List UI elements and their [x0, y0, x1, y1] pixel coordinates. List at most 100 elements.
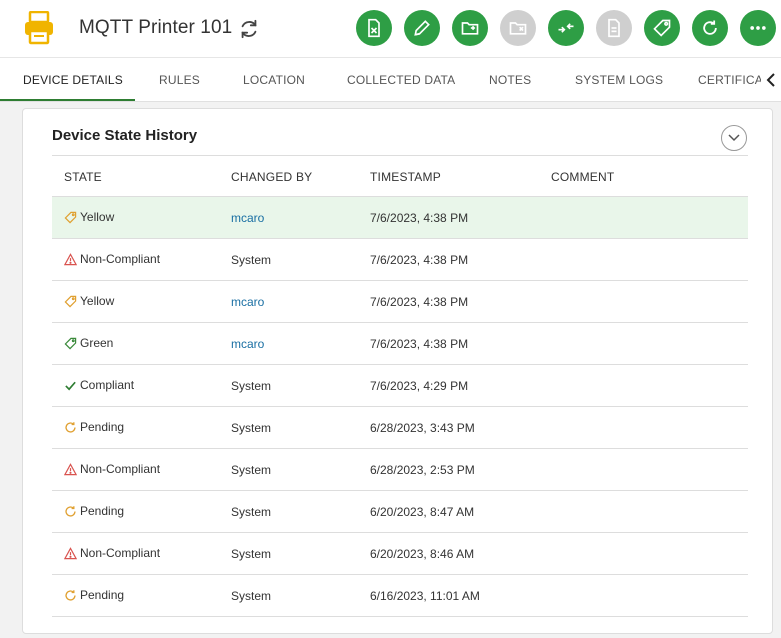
- timestamp-cell: 6/28/2023, 2:53 PM: [370, 463, 475, 477]
- state-label: Non-Compliant: [80, 252, 161, 266]
- folder-x-icon: [509, 22, 527, 35]
- chevron-down-icon: [728, 134, 740, 142]
- changed-by-cell: System: [231, 547, 272, 561]
- state-label: Pending: [80, 588, 125, 602]
- tag-icon: [64, 211, 77, 224]
- tag-icon: [653, 19, 671, 37]
- remove-folder-action-button[interactable]: [500, 10, 536, 46]
- tab-bar: DEVICE DETAILS RULES LOCATION COLLECTED …: [0, 57, 781, 102]
- changed-by-cell: System: [231, 589, 272, 603]
- state-label: Yellow: [80, 294, 115, 308]
- document-action-button[interactable]: [596, 10, 632, 46]
- printer-device-icon: [25, 11, 53, 45]
- table-row[interactable]: Non-Compliant System 7/6/2023, 4:38 PM: [52, 239, 748, 281]
- refresh-icon[interactable]: [238, 18, 260, 40]
- tab-rules[interactable]: RULES: [159, 73, 200, 87]
- device-title: MQTT Printer 101: [79, 17, 233, 38]
- tab-system-logs[interactable]: SYSTEM LOGS: [575, 73, 663, 87]
- timestamp-cell: 6/16/2023, 11:01 AM: [370, 589, 480, 603]
- warning-icon: [64, 546, 77, 560]
- state-cell: Pending: [64, 588, 124, 602]
- table-row[interactable]: Non-Compliant System 6/28/2023, 2:53 PM: [52, 449, 748, 491]
- table-row[interactable]: Pending System 6/28/2023, 3:43 PM: [52, 407, 748, 449]
- card-title: Device State History: [52, 127, 198, 144]
- column-header-state[interactable]: STATE: [64, 170, 102, 184]
- tab-device-details[interactable]: DEVICE DETAILS: [23, 73, 123, 87]
- table-row[interactable]: Non-Compliant System 6/20/2023, 8:46 AM: [52, 533, 748, 575]
- state-cell: Compliant: [64, 378, 134, 392]
- state-label: Non-Compliant: [80, 462, 161, 476]
- edit-action-button[interactable]: [404, 10, 440, 46]
- table-row[interactable]: Green mcaro 7/6/2023, 4:38 PM: [52, 323, 748, 365]
- pending-icon: [64, 589, 77, 602]
- changed-by-cell[interactable]: mcaro: [231, 337, 264, 351]
- move-action-button[interactable]: [452, 10, 488, 46]
- device-state-history-card: Device State History STATE CHANGED BY TI…: [22, 108, 773, 634]
- folder-arrow-icon: [461, 22, 479, 35]
- state-label: Yellow: [80, 210, 115, 224]
- timestamp-cell: 6/28/2023, 3:43 PM: [370, 421, 475, 435]
- pending-icon: [64, 421, 77, 434]
- active-tab-indicator: [0, 99, 135, 101]
- tag-icon: [64, 295, 77, 308]
- tag-action-button[interactable]: [644, 10, 680, 46]
- changed-by-cell[interactable]: mcaro: [231, 211, 264, 225]
- state-cell: Green: [64, 336, 113, 350]
- table-header: STATE CHANGED BY TIMESTAMP COMMENT: [52, 155, 748, 197]
- state-cell: Pending: [64, 504, 124, 518]
- column-header-timestamp[interactable]: TIMESTAMP: [370, 170, 441, 184]
- state-cell: Pending: [64, 420, 124, 434]
- changed-by-cell: System: [231, 253, 272, 267]
- timestamp-cell: 7/6/2023, 4:38 PM: [370, 337, 469, 351]
- state-label: Pending: [80, 420, 125, 434]
- timestamp-cell: 7/6/2023, 4:38 PM: [370, 211, 469, 225]
- changed-by-cell: System: [231, 463, 272, 477]
- changed-by-cell[interactable]: mcaro: [231, 295, 264, 309]
- unassign-action-button[interactable]: [356, 10, 392, 46]
- changed-by-cell: System: [231, 379, 272, 393]
- table-row[interactable]: Pending System 6/20/2023, 8:47 AM: [52, 491, 748, 533]
- transfer-action-button[interactable]: [548, 10, 584, 46]
- tab-collected-data[interactable]: COLLECTED DATA: [347, 73, 455, 87]
- column-header-changed-by[interactable]: CHANGED BY: [231, 170, 312, 184]
- check-icon: [64, 379, 77, 392]
- collapse-button[interactable]: [721, 125, 747, 151]
- column-header-comment[interactable]: COMMENT: [551, 170, 614, 184]
- swap-arrows-icon: [558, 23, 574, 33]
- tab-location[interactable]: LOCATION: [243, 73, 305, 87]
- table-row[interactable]: Yellow mcaro 7/6/2023, 4:38 PM: [52, 197, 748, 239]
- state-label: Green: [80, 336, 114, 350]
- file-x-icon: [368, 18, 380, 38]
- warning-icon: [64, 252, 77, 266]
- tab-scroll-left-button[interactable]: [761, 58, 781, 101]
- state-cell: Yellow: [64, 294, 114, 308]
- state-label: Pending: [80, 504, 125, 518]
- table-body: Yellow mcaro 7/6/2023, 4:38 PM Non-Compl…: [52, 197, 748, 617]
- state-label: Non-Compliant: [80, 546, 161, 560]
- changed-by-cell: System: [231, 505, 272, 519]
- tag-icon: [64, 337, 77, 350]
- state-label: Compliant: [80, 378, 135, 392]
- tab-certificates[interactable]: CERTIFICAT: [698, 73, 770, 87]
- state-cell: Non-Compliant: [64, 252, 160, 266]
- ellipsis-icon: [750, 26, 766, 30]
- reload-icon: [703, 20, 717, 35]
- state-history-table: STATE CHANGED BY TIMESTAMP COMMENT Yello…: [52, 155, 748, 617]
- timestamp-cell: 7/6/2023, 4:29 PM: [370, 379, 469, 393]
- tab-notes[interactable]: NOTES: [489, 73, 531, 87]
- more-action-button[interactable]: [740, 10, 776, 46]
- device-header: MQTT Printer 101: [0, 0, 781, 57]
- state-cell: Non-Compliant: [64, 546, 160, 560]
- document-icon: [608, 18, 620, 38]
- changed-by-cell: System: [231, 421, 272, 435]
- action-toolbar: [356, 10, 776, 46]
- table-row[interactable]: Yellow mcaro 7/6/2023, 4:38 PM: [52, 281, 748, 323]
- timestamp-cell: 6/20/2023, 8:46 AM: [370, 547, 475, 561]
- table-row[interactable]: Compliant System 7/6/2023, 4:29 PM: [52, 365, 748, 407]
- chevron-left-icon: [766, 73, 775, 87]
- table-row[interactable]: Pending System 6/16/2023, 11:01 AM: [52, 575, 748, 617]
- timestamp-cell: 6/20/2023, 8:47 AM: [370, 505, 475, 519]
- reload-action-button[interactable]: [692, 10, 728, 46]
- state-cell: Non-Compliant: [64, 462, 160, 476]
- timestamp-cell: 7/6/2023, 4:38 PM: [370, 253, 469, 267]
